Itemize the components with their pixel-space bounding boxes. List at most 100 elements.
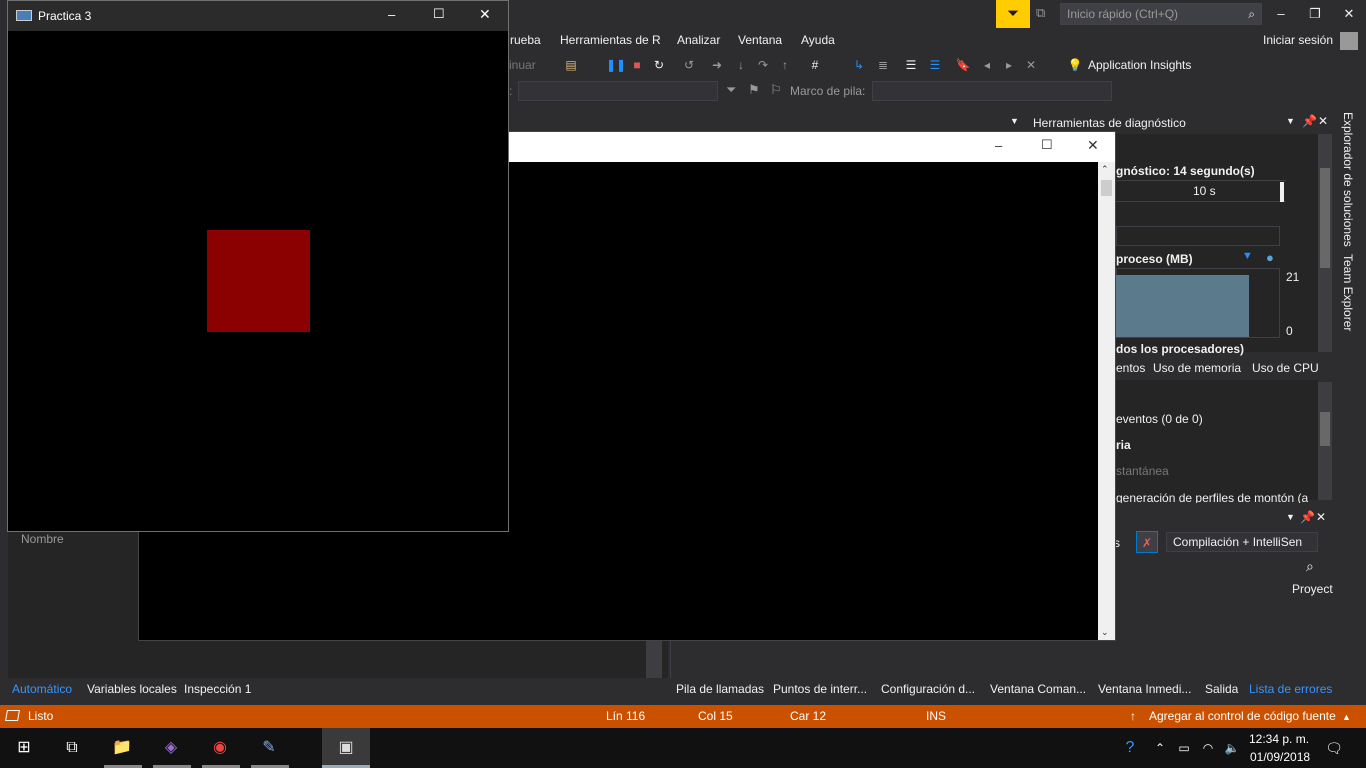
panel-menu-icon[interactable]: ▼ (1286, 116, 1295, 126)
pause-icon[interactable]: ❚❚ (606, 56, 626, 74)
clock-time[interactable]: 12:34 p. m. (1249, 732, 1309, 746)
tab-immediate-window[interactable]: Ventana Inmedi... (1098, 682, 1191, 696)
name-column-header[interactable]: Nombre (21, 532, 64, 546)
task-view-icon[interactable]: ⧉ (60, 736, 84, 760)
console-close-button[interactable]: ✕ (1087, 137, 1099, 154)
tab-variables-locales[interactable]: Variables locales (87, 682, 177, 696)
scroll-down-icon[interactable]: ⌄ (1101, 627, 1109, 638)
tab-events[interactable]: entos (1116, 361, 1145, 375)
application-insights-button[interactable]: Application Insights (1088, 58, 1191, 72)
console-minimize-button[interactable]: – (995, 138, 1002, 153)
stack-icon[interactable]: ≣ (874, 56, 892, 74)
tab-breakpoints[interactable]: Puntos de interr... (773, 682, 867, 696)
feedback-filter-icon[interactable]: ⏷ (996, 0, 1030, 28)
clock-date[interactable]: 01/09/2018 (1250, 750, 1310, 764)
restart-icon[interactable]: ↻ (650, 56, 668, 74)
file-explorer-icon[interactable]: 📁 (110, 736, 134, 760)
battery-icon[interactable]: ▭ (1172, 736, 1196, 760)
add-source-control-button[interactable]: Agregar al control de código fuente (1149, 709, 1336, 723)
prev-bookmark-icon[interactable]: ◂ (978, 56, 996, 74)
console-maximize-button[interactable]: ☐ (1041, 137, 1053, 153)
show-hidden-icons[interactable]: ⌃ (1148, 736, 1172, 760)
step-into-icon[interactable]: ↓ (732, 56, 750, 74)
visual-studio-icon[interactable]: ◈ (159, 736, 183, 760)
clear-filter-icon[interactable]: ✗ (1136, 531, 1158, 553)
notifications-icon[interactable]: ⧉ (1036, 5, 1054, 23)
practica-window[interactable]: Practica 3 – ☐ ✕ (7, 0, 509, 532)
tab-configuration[interactable]: Configuración d... (881, 682, 975, 696)
outdent-icon[interactable]: ☰ (926, 56, 944, 74)
team-explorer-tab[interactable]: Team Explorer (1341, 254, 1355, 331)
filter-icon[interactable]: ⏷ (726, 82, 736, 98)
indent-icon[interactable]: ☰ (902, 56, 920, 74)
tab-call-stack[interactable]: Pila de llamadas (676, 682, 764, 696)
tab-memory[interactable]: Uso de memoria (1153, 361, 1241, 375)
flag-icon[interactable]: ⚑ (748, 82, 760, 98)
practica-minimize-button[interactable]: – (388, 7, 395, 22)
show-next-statement-icon[interactable]: ➜ (708, 56, 726, 74)
dropdown-arrow-icon[interactable]: ▼ (1010, 116, 1019, 126)
console-scrollbar[interactable]: ⌃ ⌄ (1098, 162, 1115, 640)
user-icon[interactable] (1340, 32, 1358, 50)
notepad-icon[interactable]: ✎ (257, 736, 281, 760)
source-control-caret-icon[interactable]: ▲ (1342, 712, 1351, 722)
error-close-icon[interactable]: ✕ (1316, 510, 1326, 524)
practica-titlebar[interactable]: Practica 3 – ☐ ✕ (8, 1, 508, 31)
tab-automatico[interactable]: Automático (12, 682, 72, 696)
hot-reload-icon[interactable]: ↺ (680, 56, 698, 74)
tab-command-window[interactable]: Ventana Coman... (990, 682, 1086, 696)
menu-ayuda[interactable]: Ayuda (801, 33, 835, 47)
signin-link[interactable]: Iniciar sesión (1263, 33, 1333, 47)
events-count[interactable]: eventos (0 de 0) (1116, 412, 1203, 426)
heap-profiling-link[interactable]: generación de perfiles de montón (a (1116, 491, 1308, 503)
wifi-icon[interactable]: ◠ (1196, 736, 1220, 760)
close-panel-icon[interactable]: ✕ (1318, 114, 1328, 128)
quick-launch-input[interactable]: Inicio rápido (Ctrl+Q) ⌕ (1060, 3, 1262, 25)
solution-explorer-tab[interactable]: Explorador de soluciones (1341, 112, 1355, 247)
vs-close-button[interactable]: ✕ (1338, 4, 1360, 24)
diag-scroll-thumb[interactable] (1320, 168, 1330, 268)
console-app-icon[interactable]: ▣ (334, 736, 358, 760)
tab-inspeccion[interactable]: Inspección 1 (184, 682, 251, 696)
clear-bookmarks-icon[interactable]: ✕ (1022, 56, 1040, 74)
practica-maximize-button[interactable]: ☐ (433, 6, 445, 22)
stop-icon[interactable]: ■ (628, 56, 646, 74)
step-over-icon[interactable]: ↷ (754, 56, 772, 74)
chrome-icon[interactable]: ◉ (208, 736, 232, 760)
unflag-icon[interactable]: ⚐ (770, 82, 782, 98)
scroll-up-icon[interactable]: ⌃ (1101, 164, 1109, 175)
error-panel-menu-icon[interactable]: ▼ (1286, 512, 1295, 522)
thread-icon[interactable]: ↳ (850, 56, 868, 74)
next-bookmark-icon[interactable]: ▸ (1000, 56, 1018, 74)
error-pin-icon[interactable]: 📌 (1300, 510, 1315, 524)
build-intellisense-combo[interactable]: Compilación + IntelliSen (1166, 532, 1318, 552)
timeline-cursor[interactable] (1280, 182, 1284, 202)
process-icon[interactable]: ▤ (562, 56, 580, 74)
search-errors-icon[interactable]: ⌕ (1306, 558, 1314, 575)
continue-label[interactable]: inuar (509, 58, 536, 72)
pin-icon[interactable]: 📌 (1302, 114, 1317, 128)
menu-analizar[interactable]: Analizar (677, 33, 720, 47)
bookmark-icon[interactable]: 🔖 (954, 56, 972, 74)
start-button[interactable]: ⊞ (12, 736, 36, 760)
menu-prueba[interactable]: rueba (510, 33, 541, 47)
step-out-icon[interactable]: ↑ (776, 56, 794, 74)
project-column-header[interactable]: Proyect (1292, 582, 1333, 596)
menu-herramientas-r[interactable]: Herramientas de R (560, 33, 661, 47)
vs-restore-button[interactable]: ❐ (1304, 4, 1326, 24)
thread-combo[interactable] (518, 81, 718, 101)
take-snapshot-link[interactable]: stantánea (1116, 464, 1169, 478)
menu-ventana[interactable]: Ventana (738, 33, 782, 47)
tab-output[interactable]: Salida (1205, 682, 1238, 696)
tab-cpu[interactable]: Uso de CPU (1252, 361, 1319, 375)
volume-icon[interactable]: 🔈 (1220, 736, 1244, 760)
practica-close-button[interactable]: ✕ (479, 6, 491, 23)
vs-minimize-button[interactable]: – (1270, 4, 1292, 24)
summary-scroll-thumb[interactable] (1320, 412, 1330, 446)
tab-error-list[interactable]: Lista de errores (1249, 682, 1332, 696)
help-icon[interactable]: ? (1118, 736, 1142, 760)
stack-frame-combo[interactable] (872, 81, 1112, 101)
action-center-icon[interactable]: 🗨 (1322, 736, 1346, 760)
console-scroll-thumb[interactable] (1101, 180, 1112, 196)
hex-display-icon[interactable]: # (806, 56, 824, 74)
